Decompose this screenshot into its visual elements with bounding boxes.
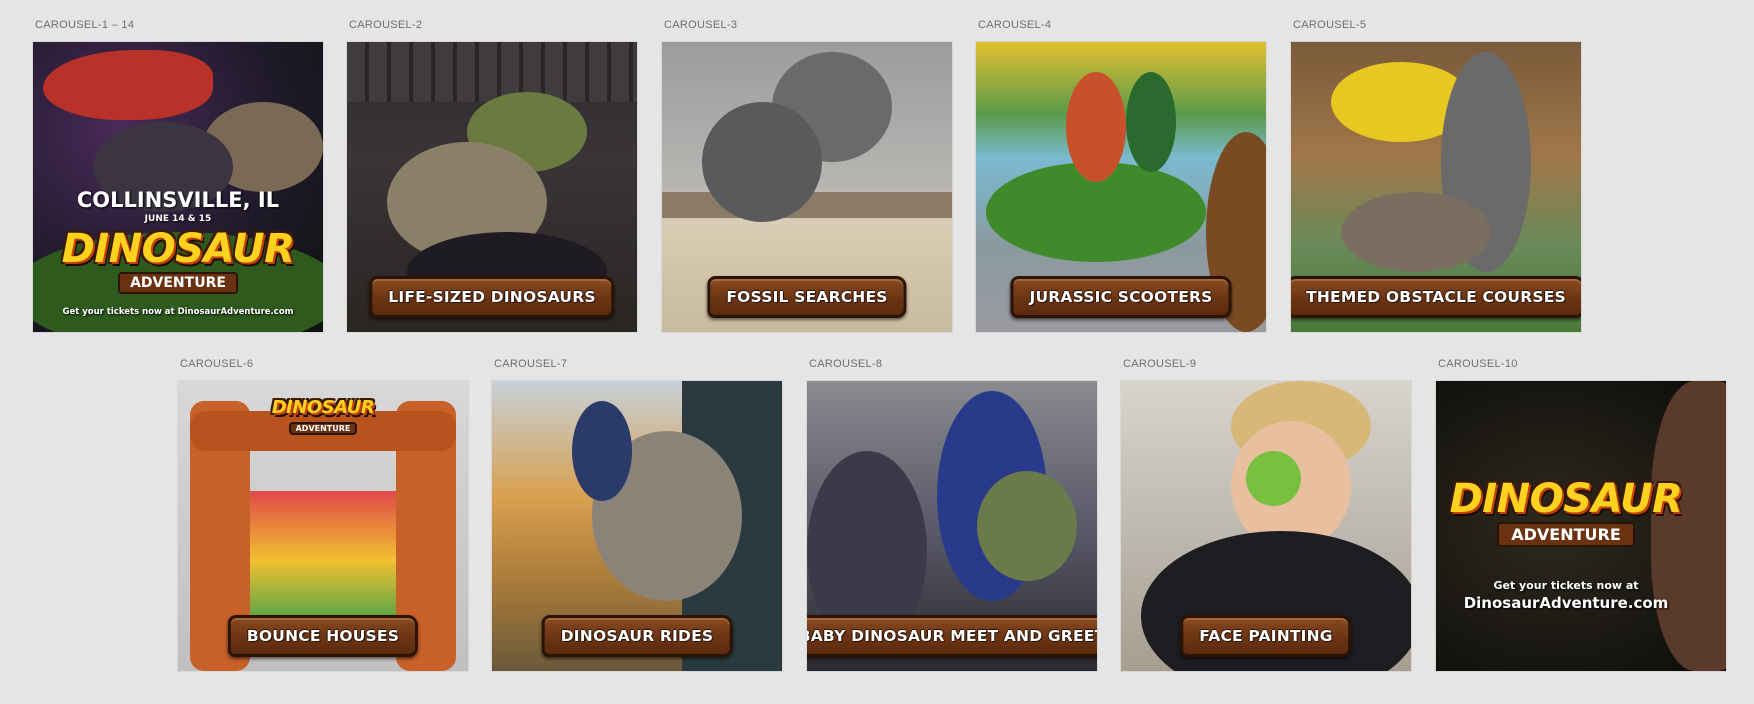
closing-logo-word2: ADVENTURE xyxy=(1497,522,1635,547)
promo-logo-word2: ADVENTURE xyxy=(118,272,238,294)
frame-carousel-7[interactable]: CAROUSEL-7 DINOSAUR RIDES xyxy=(492,358,782,671)
carousel-image: THEMED OBSTACLE COURSES xyxy=(1291,42,1581,332)
ceiling-shape xyxy=(347,42,637,102)
carousel-image: BABY DINOSAUR MEET AND GREET xyxy=(807,381,1097,671)
closing-tickets-line1: Get your tickets now at xyxy=(1493,579,1639,592)
caption-sign: BOUNCE HOUSES xyxy=(227,615,419,657)
frame-label: CAROUSEL-10 xyxy=(1438,358,1518,370)
caption-sign: LIFE-SIZED DINOSAURS xyxy=(369,276,615,318)
child-shape xyxy=(1066,72,1126,182)
caption-sign: THEMED OBSTACLE COURSES xyxy=(1291,276,1581,318)
promo-dates: JUNE 14 & 15 xyxy=(144,214,212,224)
closing-tickets-line2: DinosaurAdventure.com xyxy=(1463,594,1669,612)
bounce-inner xyxy=(250,491,396,631)
carousel-image: DINOSAUR ADVENTURE BOUNCE HOUSES xyxy=(178,381,468,671)
sign-logo-word1: DINOSAUR xyxy=(271,397,375,418)
frame-carousel-2[interactable]: CAROUSEL-2 LIFE-SIZED DINOSAURS xyxy=(347,19,637,332)
promo-tickets: Get your tickets now at DinosaurAdventur… xyxy=(62,307,294,317)
caption-sign: DINOSAUR RIDES xyxy=(541,615,733,657)
caption-sign: JURASSIC SCOOTERS xyxy=(1010,276,1232,318)
promo-city: COLLINSVILLE, IL xyxy=(76,188,280,212)
frame-carousel-3[interactable]: CAROUSEL-3 FOSSIL SEARCHES xyxy=(662,19,952,332)
face-paint-shape xyxy=(1246,451,1301,506)
frame-carousel-5[interactable]: CAROUSEL-5 THEMED OBSTACLE COURSES xyxy=(1291,19,1581,332)
caption-text: THEMED OBSTACLE COURSES xyxy=(1306,288,1566,306)
promo-logo-word1: DINOSAUR xyxy=(61,226,295,272)
frame-label: CAROUSEL-8 xyxy=(809,358,883,370)
caption-text: BOUNCE HOUSES xyxy=(246,627,400,645)
frame-carousel-4[interactable]: CAROUSEL-4 JURASSIC SCOOTERS xyxy=(976,19,1266,332)
frame-label: CAROUSEL-9 xyxy=(1123,358,1197,370)
dino-ride-shape xyxy=(1341,192,1491,272)
caption-text: LIFE-SIZED DINOSAURS xyxy=(388,288,596,306)
frame-carousel-8[interactable]: CAROUSEL-8 BABY DINOSAUR MEET AND GREET xyxy=(807,358,1097,671)
frame-carousel-6[interactable]: CAROUSEL-6 DINOSAUR ADVENTURE BOUNCE HOU… xyxy=(178,358,468,671)
caption-text: BABY DINOSAUR MEET AND GREET xyxy=(807,627,1097,645)
frame-label: CAROUSEL-7 xyxy=(494,358,568,370)
carousel-image: JURASSIC SCOOTERS xyxy=(976,42,1266,332)
caption-sign: BABY DINOSAUR MEET AND GREET xyxy=(807,615,1097,657)
frame-label: CAROUSEL-2 xyxy=(349,19,423,31)
carousel-image: COLLINSVILLE, IL JUNE 14 & 15 DINOSAUR A… xyxy=(33,42,323,332)
carousel-image: DINOSAUR ADVENTURE Get your tickets now … xyxy=(1436,381,1726,671)
frame-label: CAROUSEL-1 – 14 xyxy=(35,19,135,31)
costume-body-shape xyxy=(702,102,822,222)
rider-shape xyxy=(572,401,632,501)
carousel-image: FOSSIL SEARCHES xyxy=(662,42,952,332)
trex-shape xyxy=(43,50,213,120)
frame-label: CAROUSEL-3 xyxy=(664,19,738,31)
closing-logo-word1: DINOSAUR xyxy=(1449,476,1683,522)
baby-dino-shape xyxy=(977,471,1077,581)
caption-text: JURASSIC SCOOTERS xyxy=(1029,288,1213,306)
frame-label: CAROUSEL-4 xyxy=(978,19,1052,31)
frame-carousel-10[interactable]: CAROUSEL-10 DINOSAUR ADVENTURE Get your … xyxy=(1436,358,1726,671)
frame-label: CAROUSEL-5 xyxy=(1293,19,1367,31)
caption-sign: FACE PAINTING xyxy=(1180,615,1352,657)
sign-logo-word2: ADVENTURE xyxy=(288,422,358,435)
child2-shape xyxy=(1126,72,1176,172)
caption-text: FACE PAINTING xyxy=(1199,627,1333,645)
frame-carousel-9[interactable]: CAROUSEL-9 FACE PAINTING xyxy=(1121,358,1411,671)
carousel-image: DINOSAUR RIDES xyxy=(492,381,782,671)
caption-sign: FOSSIL SEARCHES xyxy=(707,276,907,318)
carousel-image: FACE PAINTING xyxy=(1121,381,1411,671)
caption-text: FOSSIL SEARCHES xyxy=(726,288,888,306)
frame-label: CAROUSEL-6 xyxy=(180,358,254,370)
frame-carousel-1[interactable]: CAROUSEL-1 – 14 COLLINSVILLE, IL JUNE 14… xyxy=(33,19,323,332)
carousel-image: LIFE-SIZED DINOSAURS xyxy=(347,42,637,332)
caption-text: DINOSAUR RIDES xyxy=(560,627,714,645)
